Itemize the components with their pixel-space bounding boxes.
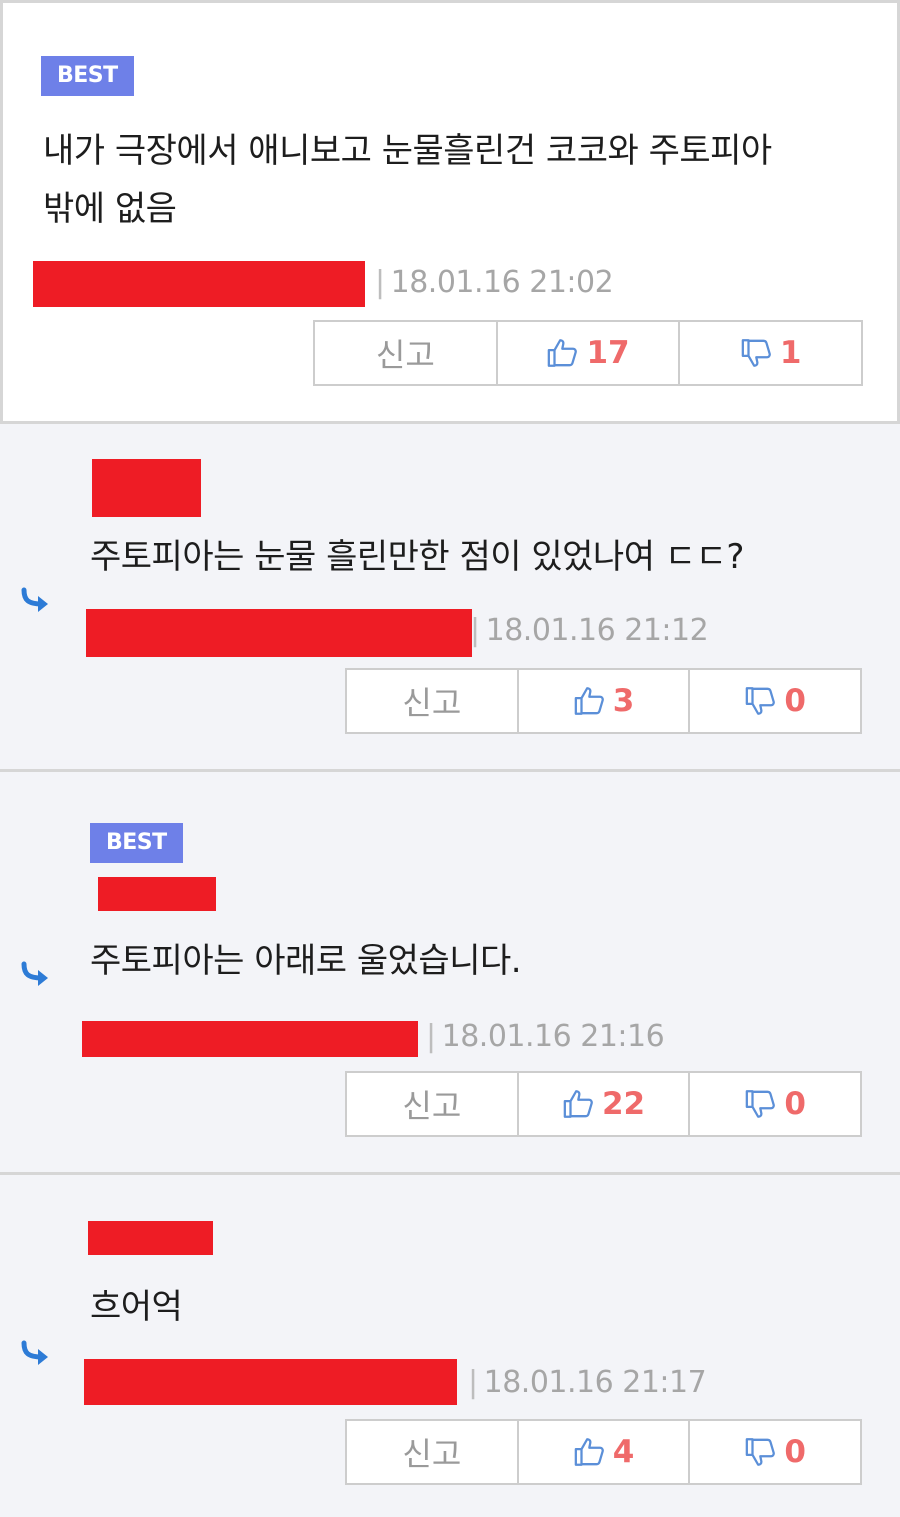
comment-item: BEST 내가 극장에서 애니보고 눈물흘린건 코코와 주토피아 밖에 없음 |…	[0, 3, 900, 424]
thumbs-up-icon	[548, 339, 578, 367]
like-button[interactable]: 3	[516, 670, 689, 732]
like-count: 22	[601, 1086, 646, 1122]
reply-item: 흐어억 | 18.01.16 21:17 신고 4 0	[0, 1175, 900, 1517]
vote-buttons: 신고 22 0	[345, 1071, 862, 1137]
comment-meta: | 18.01.16 21:16	[426, 1019, 665, 1054]
dislike-count: 0	[784, 683, 806, 719]
report-button[interactable]: 신고	[315, 322, 496, 384]
dislike-count: 0	[784, 1086, 806, 1122]
comment-text-line-2: 밖에 없음	[43, 189, 177, 229]
dislike-button[interactable]: 0	[688, 1073, 860, 1135]
reply-arrow-icon	[21, 1340, 48, 1365]
comment-text: 흐어억	[90, 1287, 183, 1327]
dislike-button[interactable]: 0	[688, 670, 860, 732]
redacted-author	[88, 1221, 213, 1255]
report-button[interactable]: 신고	[347, 670, 517, 732]
thumbs-up-icon	[574, 687, 604, 715]
timestamp: 18.01.16 21:02	[390, 265, 614, 300]
report-button[interactable]: 신고	[347, 1421, 517, 1483]
best-badge: BEST	[90, 823, 183, 863]
reply-arrow-icon	[21, 961, 48, 986]
like-count: 4	[612, 1434, 635, 1470]
redacted-author	[84, 1359, 457, 1405]
thumbs-down-icon	[746, 1438, 776, 1466]
vote-buttons: 신고 17 1	[313, 320, 863, 386]
redacted-author	[33, 261, 365, 307]
comment-text: 주토피아는 눈물 흘린만한 점이 있었나여 ㄷㄷ?	[90, 537, 744, 577]
comment-meta: | 18.01.16 21:17	[468, 1365, 707, 1400]
vote-buttons: 신고 4 0	[345, 1419, 862, 1485]
dislike-count: 1	[779, 335, 802, 371]
thumbs-down-icon	[746, 687, 776, 715]
dislike-button[interactable]: 0	[688, 1421, 860, 1483]
comment-text-line-1: 내가 극장에서 애니보고 눈물흘린건 코코와 주토피아	[43, 131, 772, 171]
comment-meta: | 18.01.16 21:12	[470, 613, 709, 648]
like-count: 3	[612, 683, 635, 719]
timestamp: 18.01.16 21:17	[483, 1365, 707, 1400]
report-button[interactable]: 신고	[347, 1073, 517, 1135]
thumbs-up-icon	[563, 1090, 593, 1118]
like-count: 17	[586, 335, 630, 371]
timestamp: 18.01.16 21:16	[441, 1019, 665, 1054]
meta-separator: |	[470, 613, 480, 648]
best-badge: BEST	[41, 56, 134, 96]
comment-text: 주토피아는 아래로 울었습니다.	[90, 941, 522, 981]
reply-item: 주토피아는 눈물 흘린만한 점이 있었나여 ㄷㄷ? | 18.01.16 21:1…	[0, 424, 900, 772]
meta-separator: |	[468, 1365, 478, 1400]
like-button[interactable]: 22	[516, 1073, 689, 1135]
comment-list: BEST 내가 극장에서 애니보고 눈물흘린건 코코와 주토피아 밖에 없음 |…	[0, 0, 900, 1517]
redacted-author	[86, 609, 472, 657]
thumbs-down-icon	[741, 339, 771, 367]
timestamp: 18.01.16 21:12	[485, 613, 709, 648]
thumbs-down-icon	[746, 1090, 776, 1118]
reply-arrow-icon	[21, 587, 48, 612]
dislike-count: 0	[784, 1434, 806, 1470]
redacted-author	[98, 877, 216, 911]
thumbs-up-icon	[574, 1438, 604, 1466]
meta-separator: |	[426, 1019, 436, 1054]
like-button[interactable]: 17	[495, 322, 679, 384]
like-button[interactable]: 4	[516, 1421, 689, 1483]
meta-separator: |	[375, 265, 385, 300]
redacted-author	[92, 459, 201, 517]
redacted-author	[82, 1021, 418, 1057]
comment-meta: | 18.01.16 21:02	[375, 265, 614, 300]
dislike-button[interactable]: 1	[678, 322, 861, 384]
vote-buttons: 신고 3 0	[345, 668, 862, 734]
reply-item: BEST 주토피아는 아래로 울었습니다. | 18.01.16 21:16 신고…	[0, 772, 900, 1175]
